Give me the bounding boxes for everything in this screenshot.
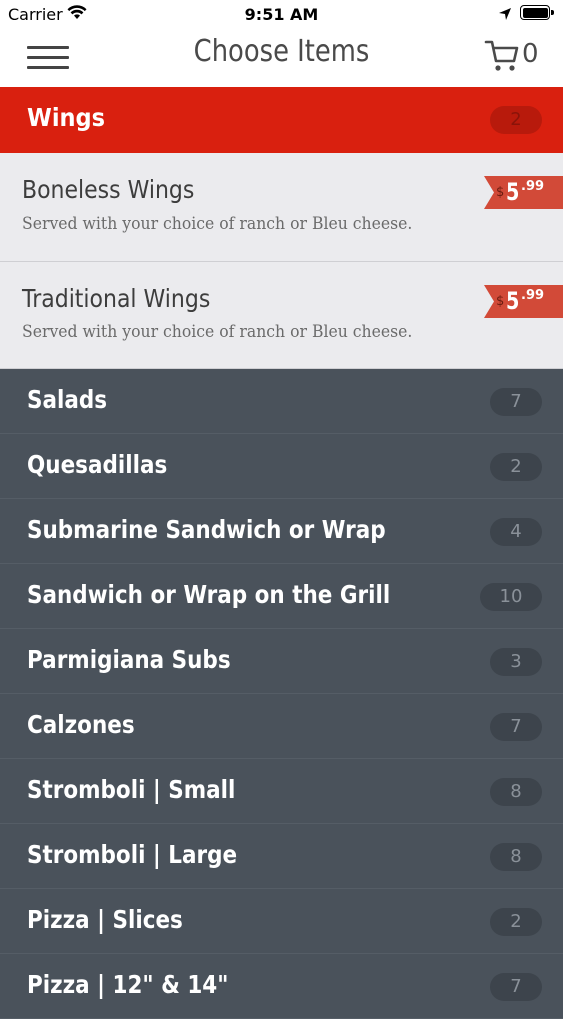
- count-badge: 7: [490, 388, 542, 416]
- price-dollars: 5: [506, 287, 520, 315]
- category-row-pizza-12-14[interactable]: Pizza | 12" & 14" 7: [0, 954, 563, 1019]
- price-tag: $ 5 .99: [484, 176, 563, 209]
- count-badge: 8: [490, 778, 542, 806]
- cart-icon[interactable]: [484, 39, 520, 73]
- price-cents: .99: [521, 288, 545, 303]
- page-title: Choose Items: [193, 34, 370, 69]
- category-label: Pizza | 12" & 14": [27, 970, 229, 999]
- category-label: Pizza | Slices: [27, 905, 183, 934]
- cart-count[interactable]: 0: [522, 39, 539, 69]
- category-label: Salads: [27, 385, 108, 414]
- status-bar: Carrier 9:51 AM: [0, 0, 563, 30]
- price-cents: .99: [521, 179, 545, 194]
- category-label: Parmigiana Subs: [27, 645, 231, 674]
- count-badge: 2: [490, 908, 542, 936]
- item-name: Traditional Wings: [22, 284, 211, 313]
- menu-item[interactable]: Boneless Wings Served with your choice o…: [0, 153, 563, 262]
- count-badge: 2: [490, 106, 542, 134]
- battery-icon: [520, 5, 554, 20]
- nav-bar: Choose Items 0: [0, 30, 563, 87]
- category-label: Stromboli | Small: [27, 775, 236, 804]
- category-row-salads[interactable]: Salads 7: [0, 369, 563, 434]
- category-row-calzones[interactable]: Calzones 7: [0, 694, 563, 759]
- category-label: Calzones: [27, 710, 135, 739]
- item-description: Served with your choice of ranch or Bleu…: [22, 214, 413, 234]
- category-list: Salads 7 Quesadillas 2 Submarine Sandwic…: [0, 369, 563, 1019]
- count-badge: 2: [490, 453, 542, 481]
- item-name: Boneless Wings: [22, 175, 195, 204]
- category-row-stromboli-small[interactable]: Stromboli | Small 8: [0, 759, 563, 824]
- category-row-grill[interactable]: Sandwich or Wrap on the Grill 10: [0, 564, 563, 629]
- count-badge: 7: [490, 713, 542, 741]
- count-badge: 7: [490, 973, 542, 1001]
- count-badge: 8: [490, 843, 542, 871]
- count-badge: 10: [480, 583, 542, 611]
- price-tag: $ 5 .99: [484, 285, 563, 318]
- category-header-wings[interactable]: Wings 2: [0, 87, 563, 153]
- category-label: Submarine Sandwich or Wrap: [27, 515, 386, 544]
- category-row-stromboli-large[interactable]: Stromboli | Large 8: [0, 824, 563, 889]
- price-currency: $: [496, 294, 505, 309]
- price-currency: $: [496, 185, 505, 200]
- menu-item[interactable]: Traditional Wings Served with your choic…: [0, 262, 563, 369]
- category-label: Wings: [27, 103, 106, 132]
- count-badge: 3: [490, 648, 542, 676]
- count-badge: 4: [490, 518, 542, 546]
- category-label: Stromboli | Large: [27, 840, 238, 869]
- price-dollars: 5: [506, 178, 520, 206]
- category-label: Quesadillas: [27, 450, 168, 479]
- location-icon: [498, 6, 512, 25]
- category-row-quesadillas[interactable]: Quesadillas 2: [0, 434, 563, 499]
- category-row-pizza-slices[interactable]: Pizza | Slices 2: [0, 889, 563, 954]
- status-time: 9:51 AM: [244, 5, 319, 24]
- category-label: Sandwich or Wrap on the Grill: [27, 580, 391, 609]
- category-row-parmigiana[interactable]: Parmigiana Subs 3: [0, 629, 563, 694]
- category-row-submarine[interactable]: Submarine Sandwich or Wrap 4: [0, 499, 563, 564]
- item-description: Served with your choice of ranch or Bleu…: [22, 322, 413, 342]
